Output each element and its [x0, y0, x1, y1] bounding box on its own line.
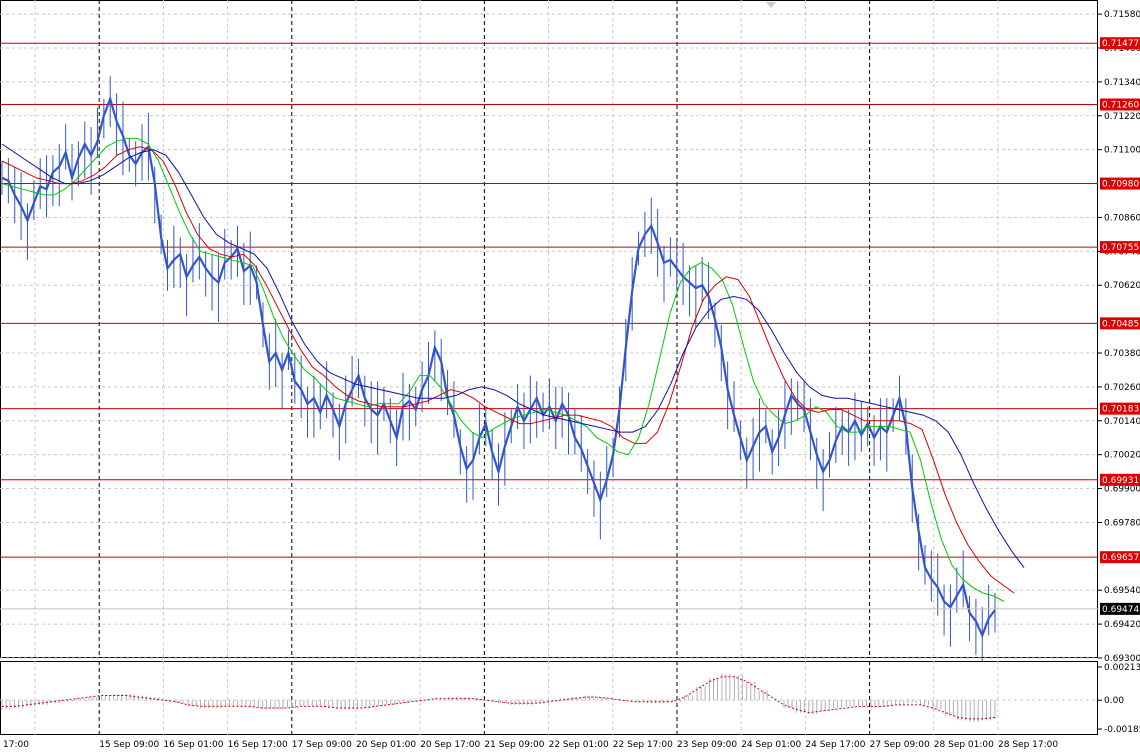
- price-tick-label: 0.70140: [1104, 417, 1140, 427]
- time-tick-label: 24 Sep 17:00: [805, 740, 865, 750]
- price-plot-area[interactable]: [0, 0, 1098, 675]
- level-label: 0.69657: [1102, 553, 1139, 563]
- level-label: 0.70183: [1102, 405, 1139, 415]
- oscillator-plot-area[interactable]: [0, 661, 1098, 735]
- time-tick-label: 23 Sep 09:00: [677, 740, 737, 750]
- time-tick-label: 20 Sep 17:00: [420, 740, 480, 750]
- price-tick-label: 0.69780: [1104, 518, 1140, 528]
- forex-chart[interactable]: 0.715800.714600.713400.712200.711000.708…: [0, 0, 1140, 754]
- level-label: 0.71260: [1102, 100, 1139, 110]
- time-tick-label: 17 Sep 09:00: [292, 740, 352, 750]
- time-tick-label: 22 Sep 17:00: [613, 740, 673, 750]
- level-label: 0.70980: [1102, 180, 1139, 190]
- time-tick-label: 24 Sep 01:00: [741, 740, 801, 750]
- time-tick-label: 27 Sep 09:00: [870, 740, 930, 750]
- level-label: 0.70755: [1102, 243, 1139, 253]
- time-tick-label: 20 Sep 01:00: [356, 740, 416, 750]
- level-label: 0.71477: [1102, 39, 1139, 49]
- level-label: 0.70485: [1102, 319, 1139, 329]
- osc-tick-label: 0.00213: [1104, 663, 1140, 673]
- price-tick-label: 0.69420: [1104, 620, 1140, 630]
- price-tick-label: 0.69540: [1104, 586, 1140, 596]
- time-tick-label: 15 Sep 09:00: [99, 740, 159, 750]
- time-tick-label: 22 Sep 01:00: [549, 740, 609, 750]
- price-tick-label: 0.71580: [1104, 10, 1140, 20]
- osc-tick-label: 0.00: [1104, 696, 1124, 706]
- time-tick-label: 21 Sep 09:00: [484, 740, 544, 750]
- time-tick-label: 28 Sep 17:00: [998, 740, 1058, 750]
- price-tick-label: 0.70380: [1104, 349, 1140, 359]
- time-tick-label: 16 Sep 01:00: [163, 740, 223, 750]
- time-tick-label: 28 Sep 01:00: [934, 740, 994, 750]
- time-tick-label: 16 Sep 17:00: [228, 740, 288, 750]
- price-tick-label: 0.69900: [1104, 485, 1140, 495]
- price-tick-label: 0.71100: [1104, 146, 1140, 156]
- price-tick-label: 0.70260: [1104, 383, 1140, 393]
- level-label: 0.69931: [1102, 476, 1139, 486]
- price-tick-label: 0.70860: [1104, 213, 1140, 223]
- price-tick-label: 0.71340: [1104, 78, 1140, 88]
- price-tick-label: 0.70020: [1104, 451, 1140, 461]
- price-tick-label: 0.70620: [1104, 281, 1140, 291]
- time-tick-label: 17:00: [3, 740, 29, 750]
- time-axis: 17:00 15 Sep 09:00 16 Sep 01:00 16 Sep 17:0…: [3, 740, 1058, 750]
- current-price-label: 0.69474: [1102, 605, 1139, 615]
- price-axis: 0.715800.714600.713400.712200.711000.708…: [1098, 10, 1140, 735]
- osc-tick-label: -0.00185: [1104, 725, 1140, 735]
- price-tick-label: 0.71220: [1104, 112, 1140, 122]
